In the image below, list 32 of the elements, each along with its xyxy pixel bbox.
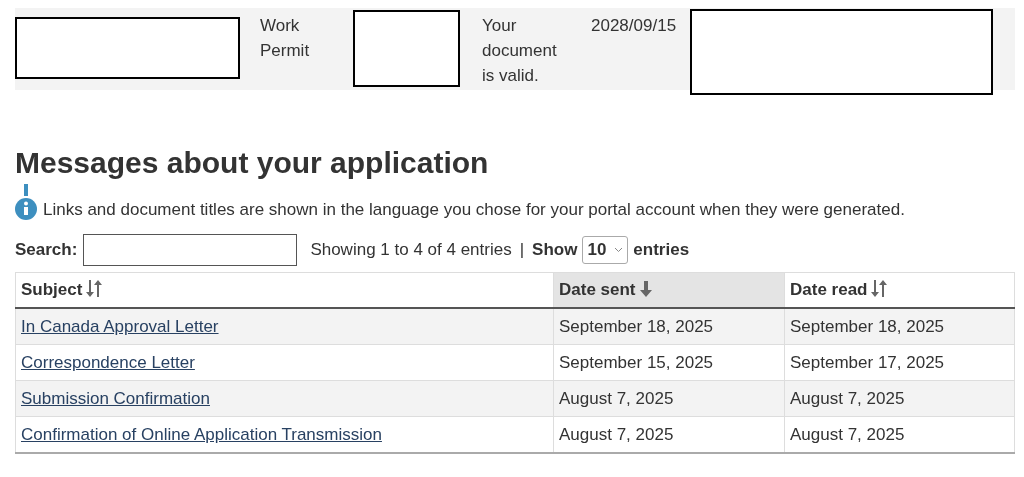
column-header[interactable]: Subject [15,272,554,308]
date-cell: August 7, 2025 [559,388,674,408]
date-cell: September 18, 2025 [559,316,714,336]
separator: | [519,240,525,260]
document-cell-text: Your document is valid. [482,15,558,87]
search-field[interactable] [83,234,298,266]
message-link[interactable]: Confirmation of Online Application Transmission [21,424,382,444]
date-cell: September 17, 2025 [790,352,945,372]
sort-icon [86,280,103,297]
document-cell-text: Work Permit [260,15,311,62]
date-cell: September 15, 2025 [559,352,714,372]
date-cell: August 7, 2025 [790,388,905,408]
message-link[interactable]: In Canada Approval Letter [21,316,219,336]
page-size-select[interactable]: 10 [582,236,629,264]
date-cell: August 7, 2025 [559,424,674,444]
search-label: Search: [15,240,78,260]
sort-icon [871,280,888,297]
message-link[interactable]: Correspondence Letter [21,352,195,372]
info-icon [15,184,37,220]
show-label: Show [532,240,578,260]
document-cell-text: 2028/09/15 [591,15,678,37]
chevron-down-icon [614,247,624,253]
section-heading: Messages about your application [15,146,490,180]
column-header[interactable]: Date sent [553,272,785,308]
column-header[interactable]: Date read [784,272,1015,308]
sort-descending-icon [639,281,652,297]
entries-label: entries [633,240,690,260]
entries-summary: Showing 1 to 4 of 4 entries [310,240,512,260]
date-cell: September 18, 2025 [790,316,945,336]
date-cell: August 7, 2025 [790,424,905,444]
message-link[interactable]: Submission Confirmation [21,388,210,408]
notice-text: Links and document titles are shown in the language you chose for your portal account when they were generated. [43,200,905,220]
